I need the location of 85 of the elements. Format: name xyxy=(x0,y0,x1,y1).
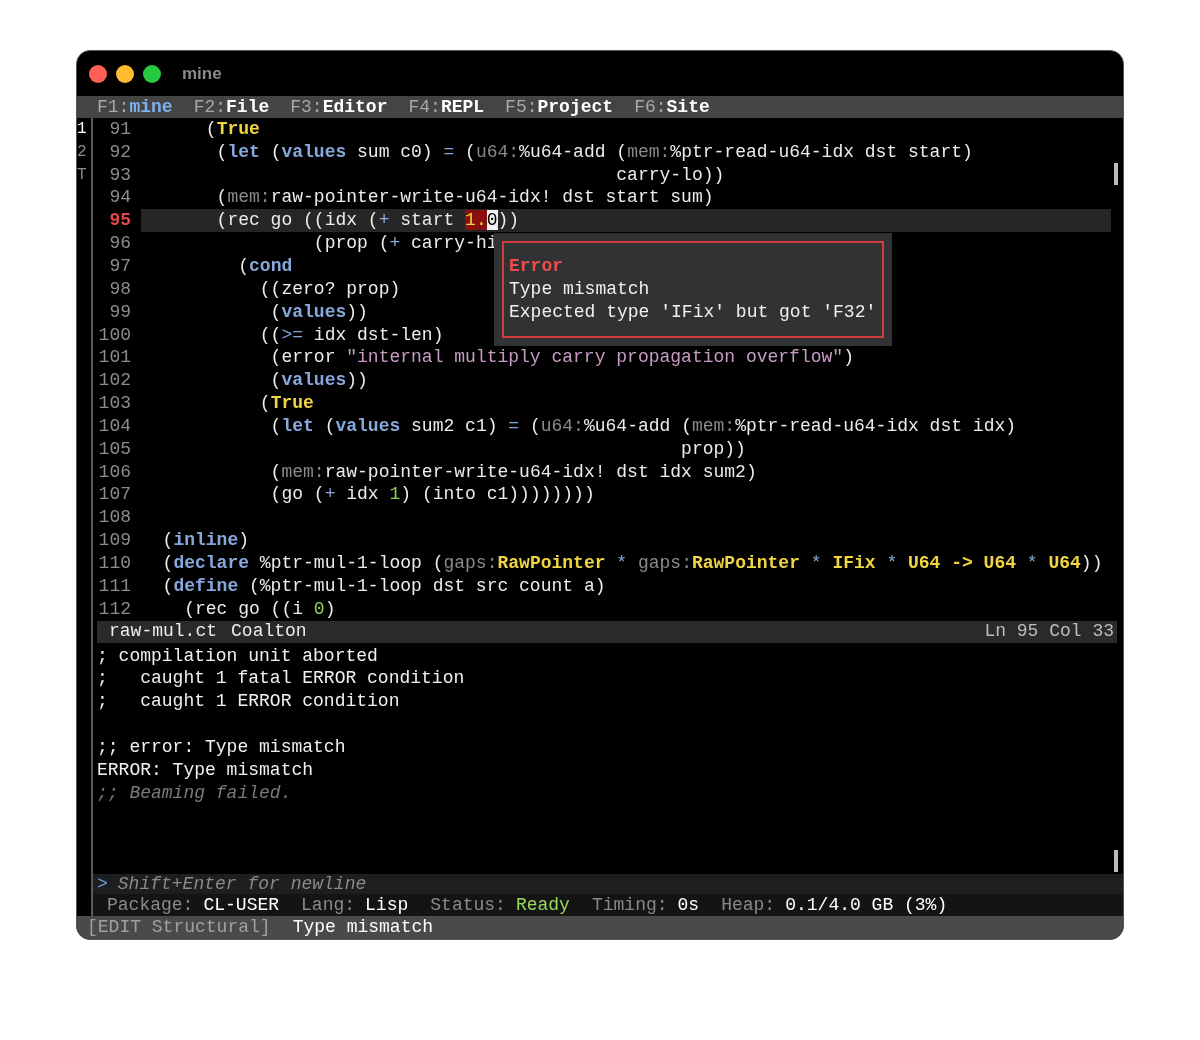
code-line: carry-lo)) xyxy=(615,163,725,187)
info-label: Lang: xyxy=(301,893,356,917)
repl-comment: ;; Beaming failed. xyxy=(97,781,293,803)
tooltip-text: Expected type 'IFix' but got 'F32' xyxy=(509,301,877,324)
window-number[interactable]: 1 xyxy=(77,118,91,141)
tab[interactable]: F4:REPL xyxy=(408,98,485,116)
code-line: (declare %ptr-mul-1-loop (gaps:RawPointer * gaps:RawPointer * IFix * U64 -> U64 * U64)) xyxy=(161,551,1103,575)
line-number: 93 xyxy=(108,163,131,187)
line-number: 97 xyxy=(108,255,131,278)
scrollbar-thumb[interactable] xyxy=(1114,163,1118,185)
info-value: 0.1/4.0 GB (3%) xyxy=(785,893,948,917)
repl-output: ;; error: Type mismatch xyxy=(97,736,347,757)
line-number: 96 xyxy=(108,232,131,256)
code-line: (True xyxy=(258,392,314,416)
code-line: (let (values sum c0) = (u64:%u64-add (mem:%ptr-read-u64-idx dst start) xyxy=(215,140,973,164)
close-button[interactable] xyxy=(89,64,107,83)
file-name: raw-mul.ct xyxy=(109,620,218,644)
code-line: (let (values sum2 c1) = (u64:%u64-add (mem:%ptr-read-u64-idx dst idx) xyxy=(269,414,1017,438)
code-line: (mem:raw-pointer-write-u64-idx! dst idx sum2) xyxy=(269,460,757,484)
input-placeholder: Shift+Enter for newline xyxy=(117,872,367,896)
code-line: ((zero? prop) xyxy=(258,277,401,301)
tab[interactable]: F6:Site xyxy=(634,98,710,116)
line-number: 106 xyxy=(97,460,131,484)
line-number: 109 xyxy=(97,529,131,553)
code-line: (True xyxy=(204,117,260,141)
code-line: (mem:raw-pointer-write-u64-idx! dst start sum) xyxy=(215,186,714,210)
code-line: prop)) xyxy=(680,437,746,461)
window-number[interactable]: 2 xyxy=(77,140,91,164)
major-mode: Coalton xyxy=(231,620,307,644)
code-line: (rec go ((idx (+ start 1.0)) xyxy=(215,209,520,233)
tab[interactable]: F2:File xyxy=(193,98,270,116)
line-number: 95 xyxy=(108,209,131,233)
line-number: 102 xyxy=(97,369,131,393)
info-label: Heap: xyxy=(721,893,776,917)
line-number: 107 xyxy=(97,483,131,507)
repl-output: ; compilation unit aborted xyxy=(97,644,379,666)
code-line: (values)) xyxy=(269,300,368,324)
code-line: ((>= idx dst-len) xyxy=(258,323,444,347)
tab[interactable]: F3:Editor xyxy=(290,98,388,116)
line-number: 108 xyxy=(97,506,131,530)
line-number: 100 xyxy=(97,323,131,347)
line-number: 99 xyxy=(108,300,131,324)
line-number: 98 xyxy=(108,277,131,301)
code-line: (inline) xyxy=(161,529,250,553)
scrollbar-thumb[interactable] xyxy=(1114,849,1118,872)
code-line: (cond xyxy=(237,255,293,278)
code-line: (values)) xyxy=(269,369,368,393)
info-value: 0s xyxy=(677,893,700,917)
window-number[interactable]: T xyxy=(77,163,91,187)
zoom-button[interactable] xyxy=(143,64,161,83)
line-number: 91 xyxy=(108,117,131,141)
repl-output: ERROR: Type mismatch xyxy=(97,758,315,780)
info-value: Lisp xyxy=(365,893,409,917)
line-number: 104 xyxy=(97,414,131,438)
code-line: (rec go ((i 0) xyxy=(183,597,336,621)
editing-mode: [EDIT Structural] xyxy=(87,916,271,939)
minimize-button[interactable] xyxy=(116,64,134,83)
info-value: Ready xyxy=(515,893,570,917)
prompt-symbol: > xyxy=(97,872,108,896)
tab[interactable]: F5:Project xyxy=(505,98,614,116)
line-number: 110 xyxy=(97,551,131,575)
info-value: CL-USER xyxy=(203,893,280,917)
echo-message: Type mismatch xyxy=(292,916,434,939)
line-number: 94 xyxy=(108,186,131,210)
cursor-position: Ln 95 Col 33 xyxy=(984,620,1114,644)
code-line: (go (+ idx 1) (into c1)))))))) xyxy=(269,483,595,507)
line-number: 111 xyxy=(97,574,131,598)
tooltip-title: Error xyxy=(509,255,564,278)
repl-output: ; caught 1 fatal ERROR condition xyxy=(97,667,466,689)
tab[interactable]: F1:mine xyxy=(97,98,173,116)
repl-input[interactable]: > Shift+Enter for newline xyxy=(93,874,1123,894)
info-label: Package: xyxy=(107,893,194,917)
line-number: 101 xyxy=(97,346,131,370)
window-title: mine xyxy=(182,62,222,85)
line-number: 92 xyxy=(108,140,131,164)
info-label: Timing: xyxy=(591,893,668,917)
info-label: Status: xyxy=(430,893,506,917)
line-number: 112 xyxy=(97,597,131,621)
tooltip-text: Type mismatch xyxy=(509,278,651,301)
code-line: (define (%ptr-mul-1-loop dst src count a) xyxy=(161,574,606,598)
repl-output: ; caught 1 ERROR condition xyxy=(97,690,401,712)
line-number: 105 xyxy=(97,437,131,461)
line-number: 103 xyxy=(97,392,131,416)
code-line: (prop (+ carry-hi xyxy=(312,232,498,256)
code-line: (error "internal multiply carry propagation overflow") xyxy=(269,346,854,370)
